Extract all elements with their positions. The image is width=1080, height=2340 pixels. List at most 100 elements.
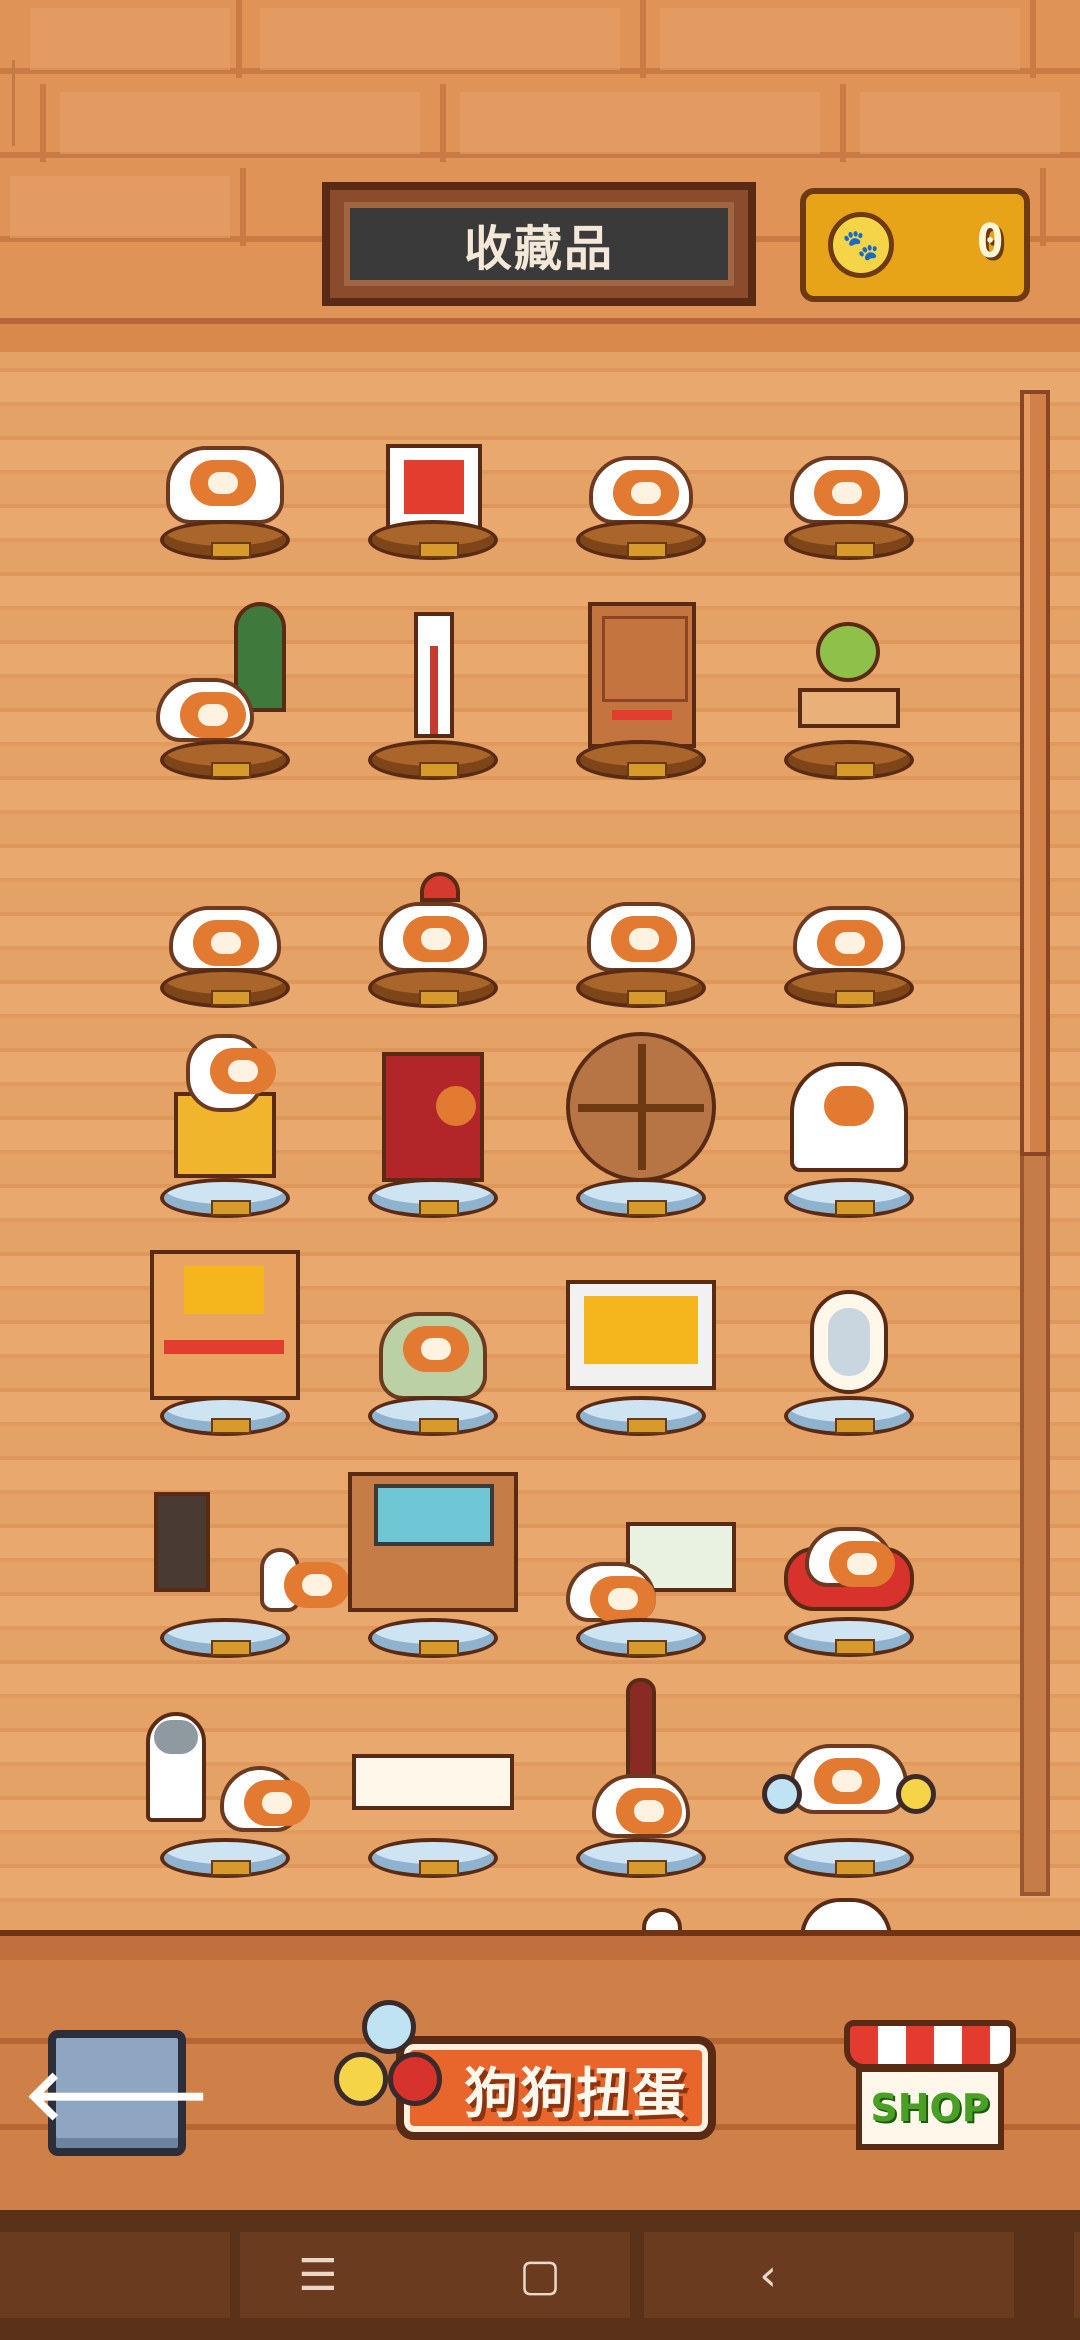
collectible-item[interactable] [150,882,300,1022]
collectible-item[interactable] [774,882,924,1022]
wood-stand [368,520,498,560]
collectible-item[interactable] [774,1517,924,1662]
collectible-item[interactable] [774,602,924,782]
shiba-figure-icon [379,902,487,972]
shiba-figure-icon [166,446,284,524]
collectible-item[interactable] [566,602,716,782]
collectible-item[interactable] [566,1280,716,1440]
collectible-item[interactable] [566,1522,736,1662]
shiba-laptop-icon [793,906,905,972]
collectible-item[interactable] [348,1472,518,1662]
collectible-item[interactable] [146,1712,310,1882]
collectible-item[interactable] [762,1734,936,1882]
collectible-item[interactable] [566,882,716,1022]
back-button[interactable]: 🡐 [23,2030,211,2156]
gacha-label: 狗狗扭蛋 [396,2036,716,2140]
collectible-item[interactable] [358,872,508,1022]
home-icon[interactable]: ▢ [500,2240,580,2310]
glass-stand [368,1178,498,1218]
status-caret [12,60,15,146]
shop-label: SHOP [856,2066,1004,2150]
santa-shiba-icon [382,1052,484,1182]
framed-picture-icon [386,444,482,530]
glass-stand [368,1396,498,1436]
collectible-item[interactable] [150,1250,300,1440]
wood-stand [784,968,914,1008]
collectible-item[interactable] [566,1678,716,1882]
capsule-ball-icon [762,1774,802,1814]
wood-stand [784,740,914,780]
collectible-item[interactable] [358,602,508,782]
left-arrow-icon: 🡐 [23,2053,211,2136]
collectible-item-partial[interactable] [800,1898,950,1932]
collectible-item[interactable] [774,434,924,564]
brick-row [0,84,1080,168]
collectible-item[interactable] [774,1290,924,1440]
glass-stand [576,1838,706,1878]
shiba-sleeping-icon [169,906,281,972]
tv-stand-icon [348,1472,518,1612]
shiba-figure-icon [805,1527,895,1587]
collectible-item[interactable] [358,434,508,564]
coin-counter: 🐾 0 [800,188,1030,302]
mirror-icon [810,1290,888,1394]
coin-amount: 0 [976,214,1004,268]
glass-stand [576,1178,706,1218]
collectible-item[interactable] [150,1032,300,1222]
dog-gacha-button[interactable]: 狗狗扭蛋 [316,2000,724,2160]
shiba-figure-icon [790,1744,908,1814]
wood-stand [576,968,706,1008]
collectible-item[interactable] [358,1052,508,1222]
dining-table-icon [352,1754,514,1810]
glass-stand [368,1838,498,1878]
wood-stand [160,520,290,560]
collection-shelf[interactable] [0,352,1080,1932]
nav-back-icon[interactable]: ‹ [728,2240,808,2310]
glass-stand [784,1178,914,1218]
collectible-item[interactable] [150,434,300,564]
capsule-ball-icon [388,2052,442,2106]
capsule-ball-icon [896,1774,936,1814]
wood-stand [160,740,290,780]
collectible-item[interactable] [358,1310,508,1440]
wood-stand [784,520,914,560]
collectible-item[interactable] [566,434,716,564]
scrollbar-thumb[interactable] [1020,390,1050,1156]
wood-stand [368,968,498,1008]
shiba-figure-icon [156,678,254,742]
collectible-item-partial[interactable] [640,1908,790,1932]
capsule-ball-icon [362,2000,416,2054]
glass-stand [784,1838,914,1878]
glass-stand [576,1396,706,1436]
wood-stand [576,520,706,560]
lamp-stand-icon [414,612,454,738]
glass-stand [160,1178,290,1218]
wardrobe-icon [588,602,696,748]
computer-monitor-icon [566,1280,716,1390]
brick-row [0,0,1080,84]
menu-icon[interactable]: ☰ [278,2240,358,2310]
shiba-figure-icon [587,902,695,972]
collectible-item[interactable] [774,1062,924,1222]
glass-stand [784,1617,914,1657]
collectible-item[interactable] [566,1032,716,1222]
collectible-item[interactable] [150,602,300,782]
shop-awning-icon [844,2020,1016,2070]
shop-button[interactable]: SHOP [844,2020,1016,2154]
paw-coin-icon: 🐾 [828,212,894,278]
glass-stand [160,1396,290,1436]
glass-stand [368,1618,498,1658]
wood-stand [160,968,290,1008]
side-table-icon [798,688,900,728]
capsule-ball-icon [334,2052,388,2106]
page-title: 收藏品 [344,202,734,286]
title-plaque: 收藏品 [322,182,756,306]
shiba-figure-icon [186,1034,276,1112]
collectible-item[interactable] [352,1724,514,1882]
glass-stand [784,1396,914,1436]
shiba-figure-icon [220,1766,310,1832]
wood-stand [368,740,498,780]
glass-stand [160,1838,290,1878]
collectible-item[interactable] [150,1492,350,1662]
wood-stand [576,740,706,780]
